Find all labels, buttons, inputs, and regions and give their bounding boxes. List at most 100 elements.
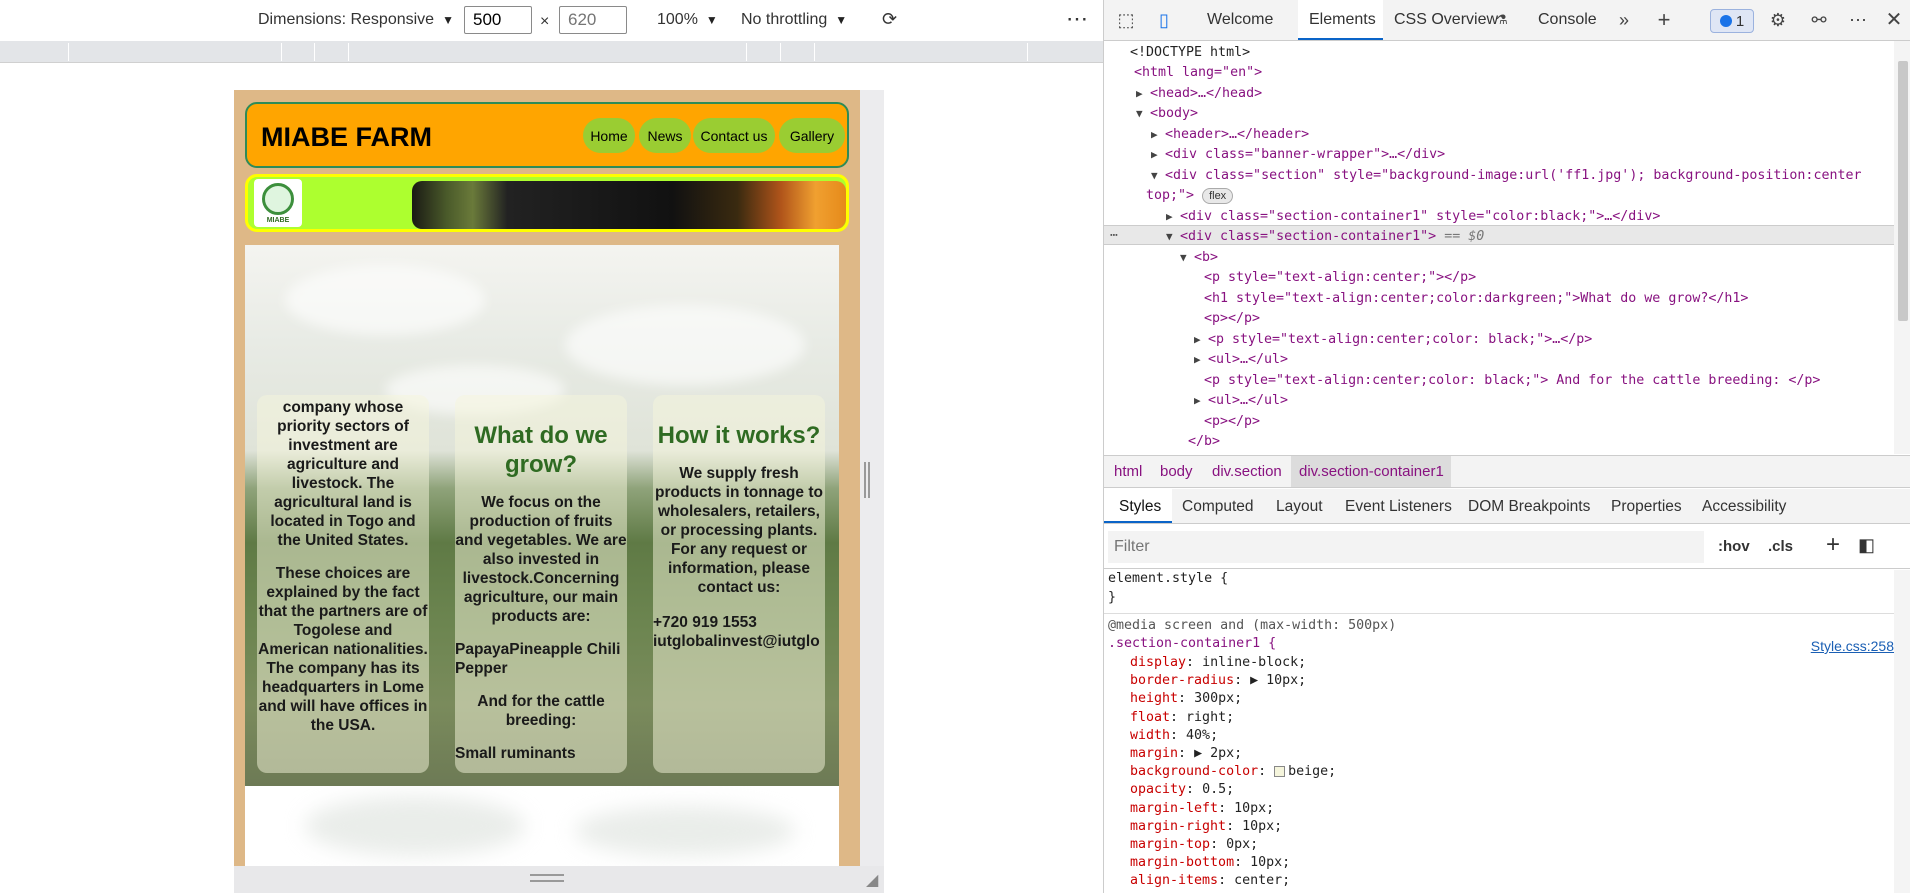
resize-handle-right[interactable] [864, 462, 870, 498]
stylesheet-link[interactable]: Style.css:258 [1811, 637, 1894, 655]
nav-news[interactable]: News [639, 118, 691, 153]
dom-b-close[interactable]: </b> [1188, 432, 1220, 452]
height-input[interactable] [559, 6, 627, 34]
dom-p-center[interactable]: <p style="text-align:center;"></p> [1204, 268, 1476, 288]
breadcrumb-body[interactable]: body [1160, 463, 1193, 480]
dom-ul-2[interactable]: ▶ <ul>…</ul> [1194, 391, 1288, 411]
css-property-value[interactable]: center; [1234, 873, 1290, 888]
toggle-sidebar-icon[interactable]: ◧ [1858, 535, 1875, 556]
nav-gallery[interactable]: Gallery [779, 118, 845, 153]
css-property-name[interactable]: height [1130, 691, 1178, 706]
css-property-value[interactable]: inline-block; [1202, 655, 1306, 670]
zoom-dropdown[interactable]: 100% ▼ [657, 11, 718, 29]
nav-home[interactable]: Home [583, 118, 635, 153]
more-options-icon[interactable]: ⋯ [1066, 6, 1088, 32]
css-property-row[interactable]: width: 40%; [1130, 727, 1218, 745]
dom-header[interactable]: ▶ <header>…</header> [1151, 125, 1309, 145]
dom-section[interactable]: ▼ <div class="section" style="background-… [1151, 166, 1861, 186]
css-property-row[interactable]: opacity: 0.5; [1130, 781, 1234, 799]
css-property-value[interactable]: beige; [1288, 764, 1336, 779]
css-property-name[interactable]: margin-left [1130, 801, 1218, 816]
close-icon[interactable]: ✕ [1884, 10, 1904, 30]
breadcrumb-div-section[interactable]: div.section [1212, 463, 1282, 480]
width-input[interactable] [464, 6, 532, 34]
dom-tree-scrollbar[interactable] [1894, 41, 1910, 454]
dom-html[interactable]: <html lang="en"> [1134, 63, 1262, 83]
styles-filter-input[interactable] [1108, 531, 1704, 563]
device-toolbar-icon[interactable]: ▯ [1154, 10, 1174, 30]
flex-badge[interactable]: flex [1202, 188, 1234, 204]
css-property-value[interactable]: 10px; [1242, 819, 1282, 834]
css-property-name[interactable]: margin-top [1130, 837, 1210, 852]
customize-icon[interactable]: ⚯ [1809, 10, 1829, 30]
styles-scrollbar[interactable] [1894, 570, 1910, 893]
tab-console[interactable]: Console [1538, 11, 1597, 29]
dom-body[interactable]: ▼ <body> [1136, 104, 1198, 124]
css-property-name[interactable]: align-items [1130, 873, 1218, 888]
css-property-row[interactable]: margin-left: 10px; [1130, 800, 1274, 818]
add-tab-icon[interactable]: + [1654, 9, 1674, 31]
css-property-name[interactable]: margin-right [1130, 819, 1226, 834]
issues-badge[interactable]: 1 [1710, 9, 1754, 33]
color-swatch-icon[interactable] [1274, 765, 1286, 777]
css-property-row[interactable]: margin: ▶ 2px; [1130, 745, 1242, 763]
hov-toggle[interactable]: :hov [1718, 538, 1750, 555]
css-selector[interactable]: .section-container1 { [1108, 635, 1276, 653]
nav-contact[interactable]: Contact us [693, 118, 775, 153]
css-property-value[interactable]: 40%; [1186, 728, 1218, 743]
throttling-dropdown[interactable]: No throttling ▼ [741, 11, 847, 29]
dom-p-empty[interactable]: <p></p> [1204, 309, 1260, 329]
css-property-row[interactable]: float: right; [1130, 709, 1234, 727]
dom-doctype[interactable]: <!DOCTYPE html> [1130, 43, 1250, 63]
css-property-value[interactable]: 0px; [1226, 837, 1258, 852]
tab-computed[interactable]: Computed [1182, 498, 1254, 516]
dom-banner-wrapper[interactable]: ▶ <div class="banner-wrapper">…</div> [1151, 145, 1445, 165]
css-property-name[interactable]: display [1130, 655, 1186, 670]
css-property-value[interactable]: ▶ 10px; [1250, 673, 1306, 688]
css-property-value[interactable]: 0.5; [1202, 782, 1234, 797]
breadcrumb-div-section-container1[interactable]: div.section-container1 [1299, 463, 1444, 480]
more-menu-icon[interactable]: ⋯ [1848, 10, 1868, 30]
resize-handle-bottom[interactable] [530, 874, 564, 882]
css-property-row[interactable]: height: 300px; [1130, 690, 1242, 708]
css-property-value[interactable]: 10px; [1250, 855, 1290, 870]
css-property-name[interactable]: opacity [1130, 782, 1186, 797]
tab-elements[interactable]: Elements [1309, 11, 1376, 29]
css-property-row[interactable]: display: inline-block; [1130, 654, 1306, 672]
dom-p-empty-2[interactable]: <p></p> [1204, 412, 1260, 432]
dom-h1[interactable]: <h1 style="text-align:center;color:darkg… [1204, 289, 1748, 309]
tab-accessibility[interactable]: Accessibility [1702, 498, 1786, 516]
tab-dom-breakpoints[interactable]: DOM Breakpoints [1468, 498, 1590, 516]
dom-p-black[interactable]: ▶ <p style="text-align:center;color: blac… [1194, 330, 1592, 350]
css-property-value[interactable]: ▶ 2px; [1194, 746, 1242, 761]
tab-css-overview[interactable]: CSS Overview [1394, 11, 1498, 29]
tab-styles[interactable]: Styles [1119, 498, 1161, 516]
dimensions-dropdown[interactable]: Dimensions: Responsive ▼ [258, 11, 454, 29]
tab-welcome[interactable]: Welcome [1207, 11, 1273, 29]
dom-section-container1-selected[interactable]: ▼ <div class="section-container1"> == $0 [1166, 227, 1484, 247]
css-property-row[interactable]: margin-top: 0px; [1130, 836, 1258, 854]
dom-p-cattle[interactable]: <p style="text-align:center;color: black… [1204, 371, 1820, 391]
dom-ul[interactable]: ▶ <ul>…</ul> [1194, 350, 1288, 370]
dom-section-cont[interactable]: top;"> flex [1146, 186, 1234, 206]
more-tabs-icon[interactable]: » [1614, 10, 1634, 30]
dom-b[interactable]: ▼ <b> [1180, 248, 1218, 268]
css-property-value[interactable]: 10px; [1234, 801, 1274, 816]
rotate-icon[interactable]: ⟳ [882, 9, 897, 30]
resize-corner-icon[interactable]: ◢ [866, 870, 878, 890]
media-query-ruler[interactable] [0, 41, 1103, 63]
css-property-name[interactable]: border-radius [1130, 673, 1234, 688]
element-style-rule[interactable]: element.style { [1108, 570, 1228, 588]
dom-section-container1-a[interactable]: ▶ <div class="section-container1" style="… [1166, 207, 1660, 227]
new-style-rule-icon[interactable]: + [1826, 531, 1840, 559]
tab-layout[interactable]: Layout [1276, 498, 1323, 516]
css-property-name[interactable]: width [1130, 728, 1170, 743]
settings-gear-icon[interactable]: ⚙ [1768, 10, 1788, 30]
css-property-name[interactable]: background-color [1130, 764, 1258, 779]
cls-toggle[interactable]: .cls [1768, 538, 1793, 555]
css-property-row[interactable]: align-items: center; [1130, 872, 1290, 890]
css-property-name[interactable]: float [1130, 710, 1170, 725]
tab-properties[interactable]: Properties [1611, 498, 1682, 516]
tab-event-listeners[interactable]: Event Listeners [1345, 498, 1452, 516]
inspect-element-icon[interactable]: ⬚ [1116, 10, 1136, 30]
